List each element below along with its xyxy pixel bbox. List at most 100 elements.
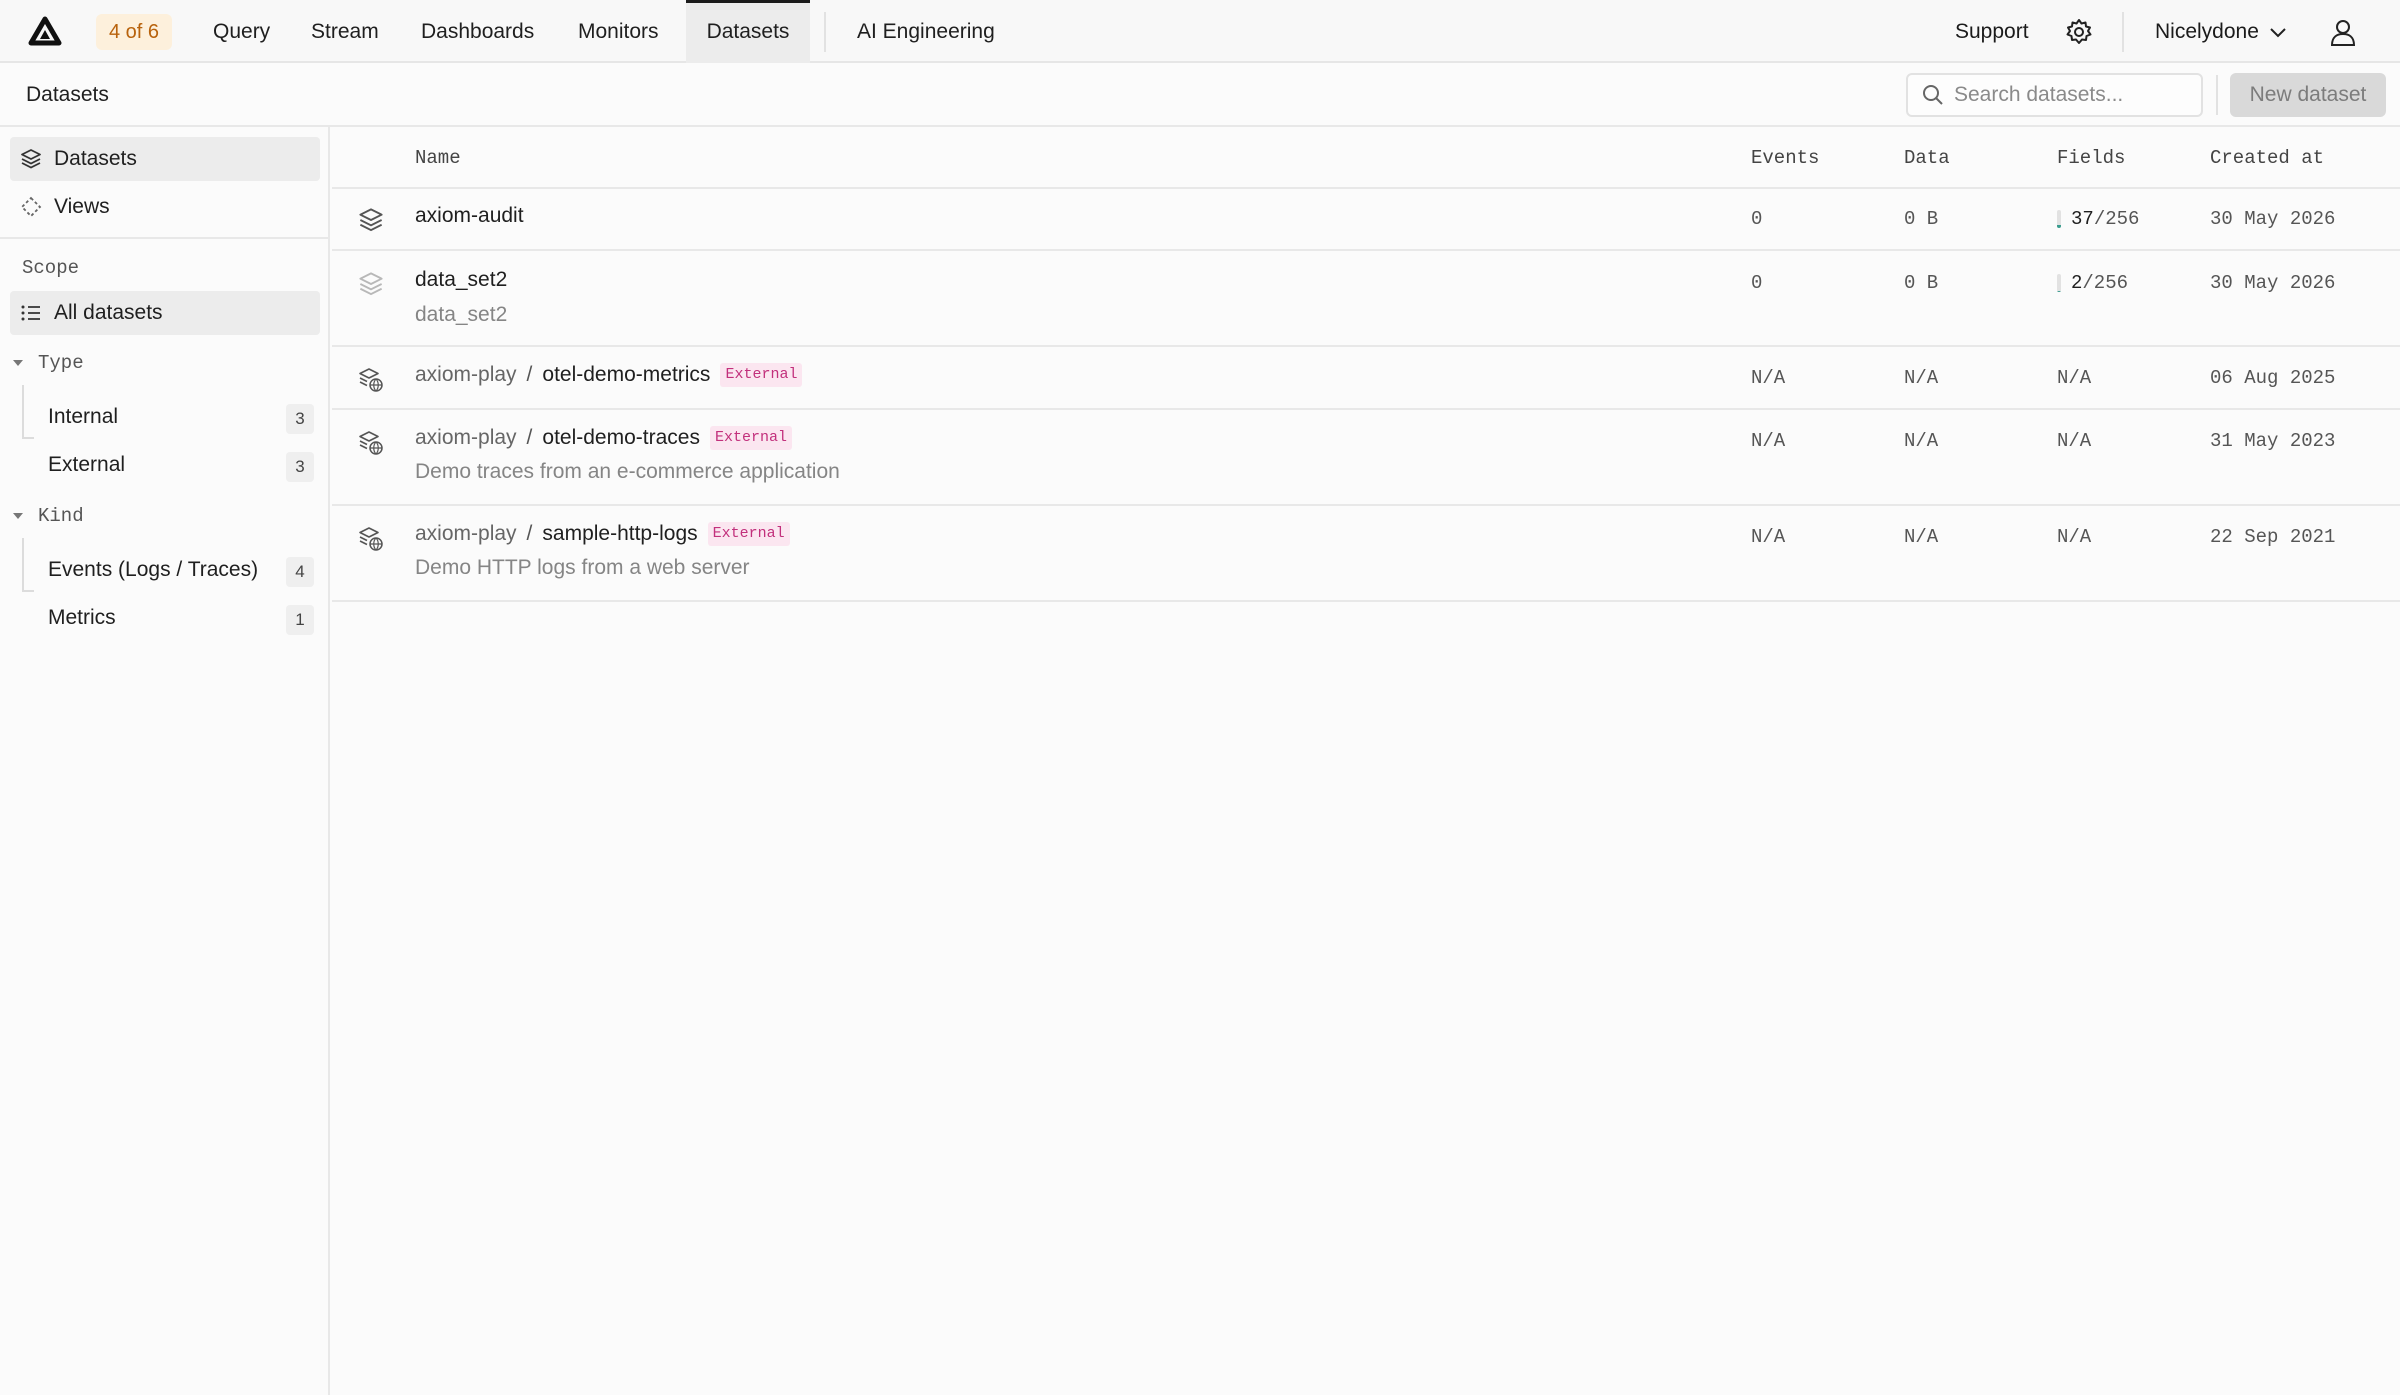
fields-total: /256 [2082, 272, 2129, 294]
dataset-org: axiom-play [415, 426, 517, 449]
filter-events[interactable]: Events (Logs / Traces) [48, 558, 258, 582]
sidebar-item-views[interactable]: Views [10, 185, 320, 229]
nav-divider-right [2122, 12, 2124, 52]
created-value: 22 Sep 2021 [2210, 526, 2336, 548]
filter-metrics[interactable]: Metrics [48, 606, 116, 630]
count-badge: 3 [286, 452, 314, 482]
fields-value: N/A [2057, 430, 2092, 452]
dataset-name-text: data_set2 [415, 268, 508, 291]
nav-stream[interactable]: Stream [311, 0, 379, 63]
external-dataset-icon [359, 368, 383, 392]
table-header: Name Events Data Fields Created at [332, 127, 2400, 189]
count-badge: 1 [286, 605, 314, 635]
column-header-created[interactable]: Created at [2210, 127, 2324, 189]
table-row[interactable]: axiom-audit 0 0 B 37/256 30 May 2026 [332, 189, 2400, 251]
data-value: N/A [1904, 430, 1939, 452]
dataset-name-text: sample-http-logs [542, 522, 698, 545]
header-divider [2216, 75, 2218, 115]
new-dataset-button[interactable]: New dataset [2230, 73, 2386, 117]
dataset-name[interactable]: axiom-play / otel-demo-metrics External [415, 363, 803, 387]
external-tag: External [720, 363, 803, 387]
count-badge: 3 [286, 404, 314, 434]
column-header-fields[interactable]: Fields [2057, 127, 2125, 189]
search-box[interactable] [1906, 73, 2203, 117]
external-tag: External [709, 426, 792, 450]
dataset-name-text: axiom-audit [415, 204, 524, 227]
gear-icon[interactable] [2065, 18, 2093, 46]
sidebar-item-all-datasets[interactable]: All datasets [10, 291, 320, 335]
sidebar-item-label: All datasets [54, 301, 163, 324]
nav-query[interactable]: Query [213, 0, 270, 63]
table-row[interactable]: data_set2 data_set2 0 0 B 2/256 30 May 2… [332, 251, 2400, 347]
user-icon[interactable] [2328, 17, 2358, 47]
fields-used: 2 [2071, 272, 2083, 294]
org-switcher[interactable]: Nicelydone [2155, 0, 2287, 63]
nav-divider [824, 12, 826, 52]
group-label: Type [38, 352, 84, 374]
fields-usage-bar [2057, 209, 2061, 228]
column-header-events[interactable]: Events [1751, 127, 1819, 189]
filter-internal[interactable]: Internal [48, 405, 118, 429]
axiom-logo-icon[interactable] [28, 16, 62, 46]
trial-badge[interactable]: 4 of 6 [96, 14, 173, 50]
group-label: Kind [38, 505, 84, 527]
dataset-name[interactable]: axiom-play / sample-http-logs External [415, 522, 790, 546]
created-value: 06 Aug 2025 [2210, 367, 2336, 389]
sidebar-divider [0, 237, 330, 239]
support-link[interactable]: Support [1955, 0, 2029, 63]
chevron-down-icon [2270, 27, 2286, 37]
events-value: N/A [1751, 526, 1786, 548]
dataset-name[interactable]: data_set2 [415, 268, 507, 292]
tree-line [22, 385, 24, 437]
layers-faded-icon [359, 272, 383, 296]
path-separator: / [526, 522, 533, 545]
fields-used: 37 [2071, 208, 2094, 230]
dataset-name[interactable]: axiom-audit [415, 204, 524, 228]
org-name: Nicelydone [2155, 20, 2259, 43]
nav-monitors[interactable]: Monitors [578, 0, 659, 63]
group-type-toggle[interactable]: Type [12, 352, 84, 374]
events-value: N/A [1751, 430, 1786, 452]
fields-value: N/A [2057, 367, 2092, 389]
external-tag: External [707, 522, 790, 546]
external-dataset-icon [359, 431, 383, 455]
dataset-name[interactable]: axiom-play / otel-demo-traces External [415, 426, 792, 450]
dataset-name-text: otel-demo-metrics [542, 363, 711, 386]
dataset-description: data_set2 [415, 303, 508, 326]
dataset-org: axiom-play [415, 363, 517, 386]
tree-line [22, 538, 24, 590]
column-header-name[interactable]: Name [415, 127, 461, 189]
table-row[interactable]: axiom-play / otel-demo-traces External D… [332, 410, 2400, 506]
events-value: N/A [1751, 367, 1786, 389]
data-value: N/A [1904, 367, 1939, 389]
created-value: 31 May 2023 [2210, 430, 2336, 452]
count-badge: 4 [286, 557, 314, 587]
sidebar-item-datasets[interactable]: Datasets [10, 137, 320, 181]
filter-external[interactable]: External [48, 453, 125, 477]
nav-datasets[interactable]: Datasets [686, 0, 810, 63]
fields-usage-fill [2057, 290, 2061, 292]
data-value: 0 B [1904, 272, 1939, 294]
data-value: 0 B [1904, 208, 1939, 230]
layers-icon [21, 149, 41, 169]
dataset-description: Demo HTTP logs from a web server [415, 556, 750, 579]
tree-tick [22, 437, 34, 439]
nav-dashboards[interactable]: Dashboards [421, 0, 534, 63]
fields-usage-fill [2057, 225, 2061, 228]
tree-tick [22, 590, 34, 592]
fields-value: 2/256 [2057, 272, 2128, 294]
datasets-table: Name Events Data Fields Created at axiom… [332, 127, 2400, 602]
sidebar-item-label: Views [54, 195, 110, 218]
events-value: 0 [1751, 208, 1763, 230]
table-row[interactable]: axiom-play / otel-demo-metrics External … [332, 347, 2400, 410]
table-row[interactable]: axiom-play / sample-http-logs External D… [332, 506, 2400, 602]
search-input[interactable] [1954, 83, 2194, 107]
nav-ai-engineering[interactable]: AI Engineering [857, 0, 995, 63]
group-kind-toggle[interactable]: Kind [12, 505, 84, 527]
sidebar-item-label: Datasets [54, 147, 137, 170]
created-value: 30 May 2026 [2210, 208, 2336, 230]
fields-value: 37/256 [2057, 208, 2139, 230]
column-header-data[interactable]: Data [1904, 127, 1950, 189]
external-dataset-icon [359, 527, 383, 551]
layers-icon [359, 208, 383, 232]
